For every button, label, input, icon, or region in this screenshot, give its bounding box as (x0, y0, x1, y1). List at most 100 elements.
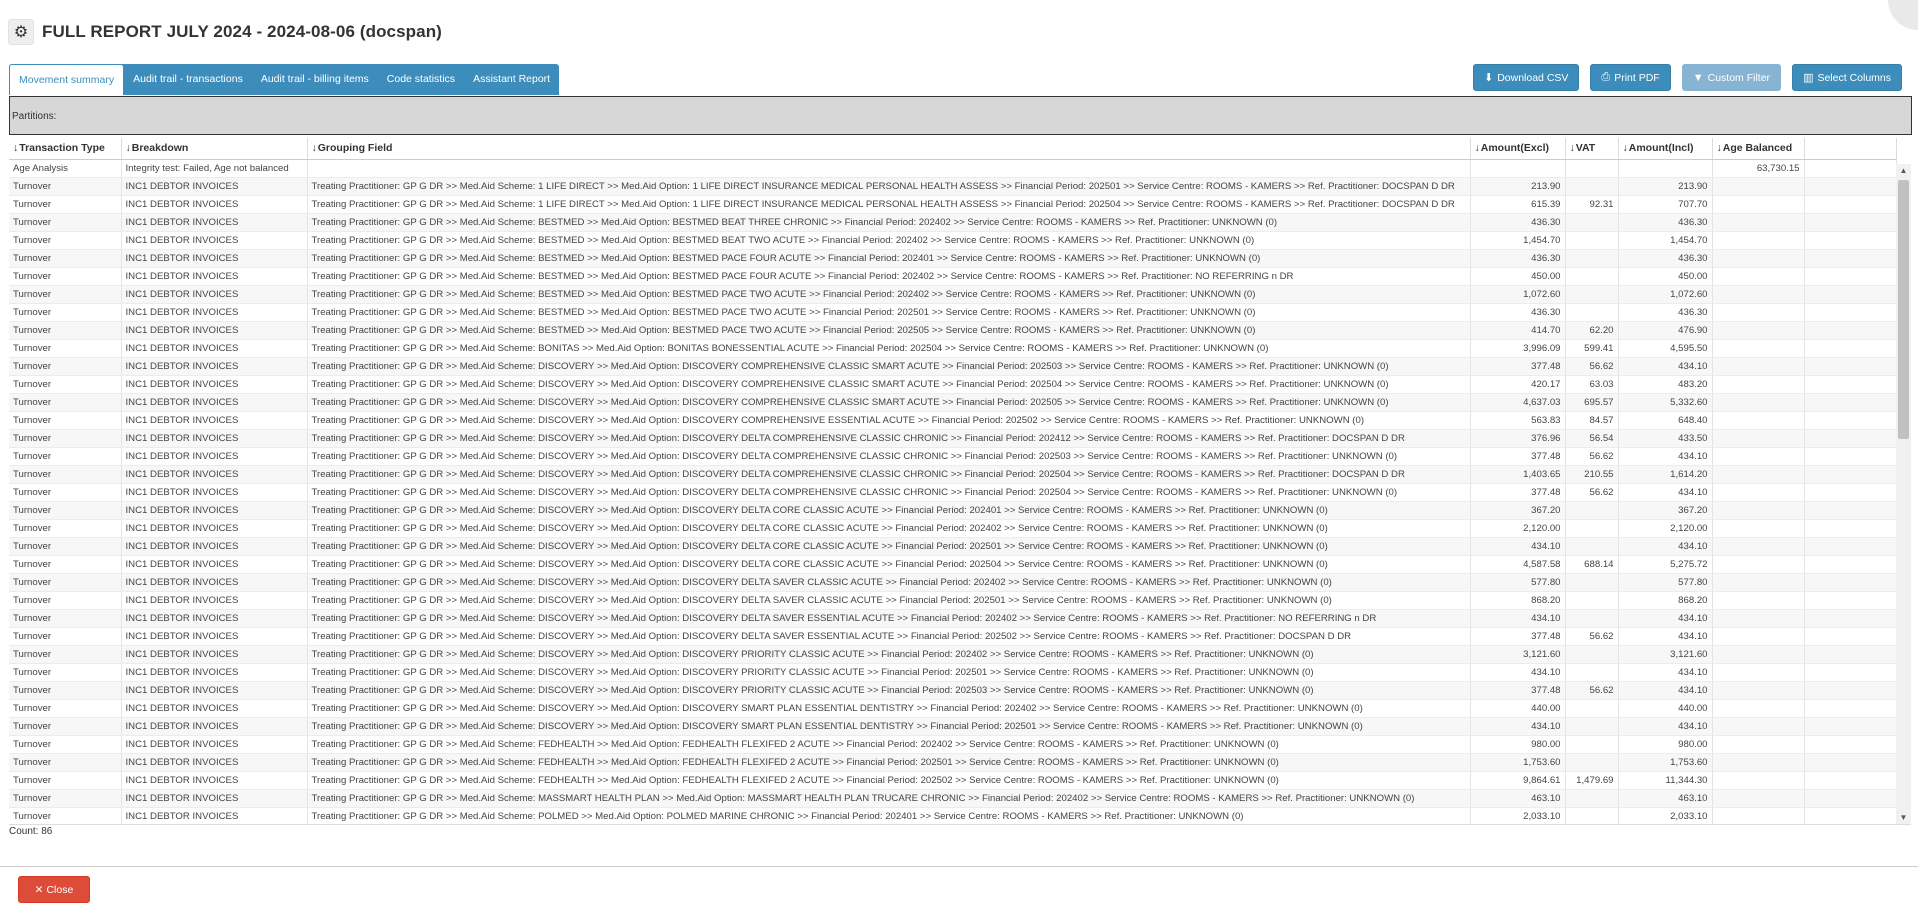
col-amount-excl[interactable]: ↓Amount(Excl) (1470, 138, 1566, 160)
table-row[interactable]: Turnover INC1 DEBTOR INVOICES Treating Pra… (9, 411, 1897, 430)
cell-breakdown: INC1 DEBTOR INVOICES (121, 501, 308, 520)
footer-divider (0, 866, 1918, 867)
table-row[interactable]: Turnover INC1 DEBTOR INVOICES Treating Pra… (9, 519, 1897, 538)
cell-transaction-type: Age Analysis (9, 159, 122, 178)
cell-amount-incl: 1,614.20 (1618, 465, 1713, 484)
scroll-thumb[interactable] (1898, 180, 1909, 439)
cell-breakdown: INC1 DEBTOR INVOICES (121, 339, 308, 358)
cell-transaction-type: Turnover (9, 285, 122, 304)
cell-breakdown: INC1 DEBTOR INVOICES (121, 555, 308, 574)
col-breakdown[interactable]: ↓Breakdown (121, 138, 308, 160)
tab-audit-trail-billing-items[interactable]: Audit trail - billing items (252, 64, 378, 95)
table-row[interactable]: Turnover INC1 DEBTOR INVOICES Treating Pra… (9, 501, 1897, 520)
cell-amount-incl: 436.30 (1618, 303, 1713, 322)
tab-audit-trail-transactions[interactable]: Audit trail - transactions (124, 64, 252, 95)
table-row[interactable]: Turnover INC1 DEBTOR INVOICES Treating Pra… (9, 339, 1897, 358)
cell-amount-excl: 1,454.70 (1470, 231, 1566, 250)
col-amount-incl[interactable]: ↓Amount(Incl) (1618, 138, 1713, 160)
col-spacer (1804, 138, 1897, 160)
cell-amount-excl: 1,403.65 (1470, 465, 1566, 484)
cell-amount-excl: 377.48 (1470, 627, 1566, 646)
cell-vat: 63.03 (1565, 375, 1619, 394)
table-row[interactable]: Age Analysis Integrity test: Failed, Age … (9, 159, 1897, 178)
col-grouping-field[interactable]: ↓Grouping Field (307, 138, 1471, 160)
custom-filter-button[interactable]: ▼ Custom Filter (1681, 64, 1782, 91)
table-row[interactable]: Turnover INC1 DEBTOR INVOICES Treating Pra… (9, 429, 1897, 448)
cell-grouping-field: Treating Practitioner: GP G DR >> Med.Ai… (307, 339, 1471, 358)
cell-transaction-type: Turnover (9, 177, 122, 196)
table-row[interactable]: Turnover INC1 DEBTOR INVOICES Treating Pra… (9, 483, 1897, 502)
table-row[interactable]: Turnover INC1 DEBTOR INVOICES Treating Pra… (9, 321, 1897, 340)
cell-breakdown: INC1 DEBTOR INVOICES (121, 249, 308, 268)
cell-vat (1565, 591, 1619, 610)
table-row[interactable]: Turnover INC1 DEBTOR INVOICES Treating Pra… (9, 555, 1897, 574)
table-row[interactable]: Turnover INC1 DEBTOR INVOICES Treating Pra… (9, 627, 1897, 646)
cell-amount-incl: 476.90 (1618, 321, 1713, 340)
cell-amount-excl: 3,121.60 (1470, 645, 1566, 664)
table-row[interactable]: Turnover INC1 DEBTOR INVOICES Treating Pra… (9, 465, 1897, 484)
table-row[interactable]: Turnover INC1 DEBTOR INVOICES Treating Pra… (9, 573, 1897, 592)
table-row[interactable]: Turnover INC1 DEBTOR INVOICES Treating Pra… (9, 213, 1897, 232)
cell-amount-incl: 367.20 (1618, 501, 1713, 520)
cell-amount-excl: 213.90 (1470, 177, 1566, 196)
print-pdf-button[interactable]: ⎙ Print PDF (1590, 64, 1671, 91)
table-row[interactable]: Turnover INC1 DEBTOR INVOICES Treating Pra… (9, 591, 1897, 610)
tab-assistant-report[interactable]: Assistant Report (464, 64, 559, 95)
vertical-scrollbar[interactable]: ▲ ▼ (1896, 164, 1911, 824)
cell-age-balanced (1712, 663, 1805, 682)
table-row[interactable]: Turnover INC1 DEBTOR INVOICES Treating Pra… (9, 735, 1897, 754)
table-row[interactable]: Turnover INC1 DEBTOR INVOICES Treating Pra… (9, 663, 1897, 682)
cell-age-balanced (1712, 807, 1805, 824)
col-vat[interactable]: ↓VAT (1565, 138, 1619, 160)
table-row[interactable]: Turnover INC1 DEBTOR INVOICES Treating Pra… (9, 267, 1897, 286)
col-age-balanced[interactable]: ↓Age Balanced (1712, 138, 1805, 160)
tab-code-statistics[interactable]: Code statistics (378, 64, 464, 95)
table-row[interactable]: Turnover INC1 DEBTOR INVOICES Treating Pra… (9, 177, 1897, 196)
select-columns-button[interactable]: ▥ Select Columns (1792, 64, 1902, 91)
cell-breakdown: INC1 DEBTOR INVOICES (121, 447, 308, 466)
table-row[interactable]: Turnover INC1 DEBTOR INVOICES Treating Pra… (9, 717, 1897, 736)
table-row[interactable]: Turnover INC1 DEBTOR INVOICES Treating Pra… (9, 303, 1897, 322)
close-button[interactable]: ✕ Close (18, 876, 90, 903)
gear-icon[interactable]: ⚙ (8, 19, 34, 45)
cell-grouping-field: Treating Practitioner: GP G DR >> Med.Ai… (307, 699, 1471, 718)
table-row[interactable]: Turnover INC1 DEBTOR INVOICES Treating Pra… (9, 537, 1897, 556)
table-row[interactable]: Turnover INC1 DEBTOR INVOICES Treating Pra… (9, 447, 1897, 466)
cell-transaction-type: Turnover (9, 267, 122, 286)
cell-vat: 599.41 (1565, 339, 1619, 358)
table-row[interactable]: Turnover INC1 DEBTOR INVOICES Treating Pra… (9, 285, 1897, 304)
cell-spacer (1804, 357, 1897, 376)
cell-amount-excl: 434.10 (1470, 537, 1566, 556)
cell-age-balanced (1712, 609, 1805, 628)
table-row[interactable]: Turnover INC1 DEBTOR INVOICES Treating Pra… (9, 681, 1897, 700)
table-row[interactable]: Turnover INC1 DEBTOR INVOICES Treating Pra… (9, 807, 1897, 824)
cell-amount-incl: 4,595.50 (1618, 339, 1713, 358)
table-row[interactable]: Turnover INC1 DEBTOR INVOICES Treating Pra… (9, 699, 1897, 718)
table-row[interactable]: Turnover INC1 DEBTOR INVOICES Treating Pra… (9, 609, 1897, 628)
cell-vat (1565, 807, 1619, 824)
table-row[interactable]: Turnover INC1 DEBTOR INVOICES Treating Pra… (9, 771, 1897, 790)
table-body: Age Analysis Integrity test: Failed, Age … (9, 159, 1897, 824)
cell-grouping-field: Treating Practitioner: GP G DR >> Med.Ai… (307, 267, 1471, 286)
scroll-up-icon[interactable]: ▲ (1896, 164, 1911, 178)
table-row[interactable]: Turnover INC1 DEBTOR INVOICES Treating Pra… (9, 195, 1897, 214)
col-transaction-type[interactable]: ↓Transaction Type (9, 138, 122, 160)
table-row[interactable]: Turnover INC1 DEBTOR INVOICES Treating Pra… (9, 753, 1897, 772)
table-row[interactable]: Turnover INC1 DEBTOR INVOICES Treating Pra… (9, 393, 1897, 412)
cell-grouping-field: Treating Practitioner: GP G DR >> Med.Ai… (307, 663, 1471, 682)
table-row[interactable]: Turnover INC1 DEBTOR INVOICES Treating Pra… (9, 249, 1897, 268)
cell-spacer (1804, 573, 1897, 592)
table-row[interactable]: Turnover INC1 DEBTOR INVOICES Treating Pra… (9, 375, 1897, 394)
download-csv-button[interactable]: ⬇ Download CSV (1472, 64, 1580, 91)
cell-grouping-field: Treating Practitioner: GP G DR >> Med.Ai… (307, 753, 1471, 772)
cell-transaction-type: Turnover (9, 609, 122, 628)
table-row[interactable]: Turnover INC1 DEBTOR INVOICES Treating Pra… (9, 645, 1897, 664)
cell-amount-excl: 377.48 (1470, 483, 1566, 502)
table-row[interactable]: Turnover INC1 DEBTOR INVOICES Treating Pra… (9, 789, 1897, 808)
table-row[interactable]: Turnover INC1 DEBTOR INVOICES Treating Pra… (9, 357, 1897, 376)
table-row[interactable]: Turnover INC1 DEBTOR INVOICES Treating Pra… (9, 231, 1897, 250)
tab-movement-summary[interactable]: Movement summary (9, 64, 125, 95)
cell-transaction-type: Turnover (9, 357, 122, 376)
cell-age-balanced (1712, 231, 1805, 250)
scroll-down-icon[interactable]: ▼ (1896, 811, 1911, 824)
